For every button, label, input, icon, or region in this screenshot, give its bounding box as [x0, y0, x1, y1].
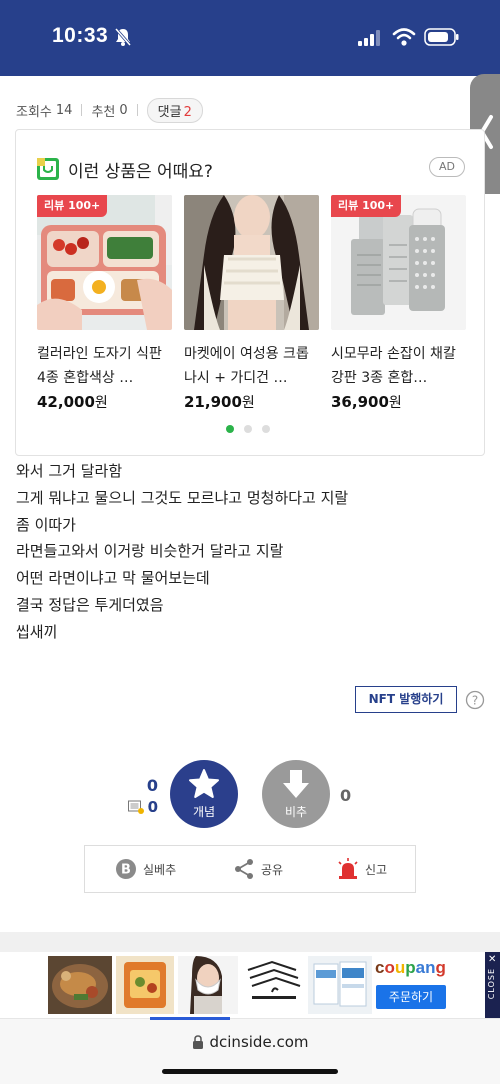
- page-load-progress: [150, 1017, 230, 1020]
- post-line: 좀 이따가: [16, 515, 76, 534]
- post-line: 씹새끼: [16, 622, 58, 641]
- fixed-user-icon: [128, 800, 144, 814]
- fashion-photo: [184, 195, 319, 330]
- ad-image-food: [48, 956, 112, 1014]
- product-card[interactable]: 리뷰 100+ 컬러라인 도자기 식판 4종 혼합색상 … 42,000원: [37, 195, 172, 412]
- browser-url-bar[interactable]: dcinside.com: [0, 1017, 500, 1084]
- b-circle-icon: B: [116, 859, 136, 879]
- nft-mint-button[interactable]: NFT 발행하기: [355, 686, 457, 713]
- signal-icon: [358, 30, 380, 46]
- product-price: 42,000원: [37, 393, 108, 411]
- post-line: 와서 그거 달라함: [16, 462, 123, 480]
- views-count: 14: [55, 102, 73, 118]
- star-icon: [189, 769, 219, 798]
- post-line: 어떤 라면이냐고 막 물어보는데: [16, 569, 210, 588]
- help-icon[interactable]: ?: [465, 690, 485, 710]
- post-line: 결국 정답은 투게더였음: [16, 595, 164, 614]
- home-indicator[interactable]: [162, 1069, 338, 1074]
- product-card[interactable]: 리뷰 100+ 시모무라 손잡이 채칼 강판 3종 혼합… 36,900원: [331, 195, 466, 412]
- review-tag: 리뷰 100+: [331, 195, 402, 217]
- post-action-bar: B 실베추 공유 신고: [84, 845, 416, 893]
- svg-text:B: B: [121, 863, 131, 878]
- battery-icon: [424, 28, 459, 46]
- post-stats: 조회수 14 추천 0 댓글 2: [16, 97, 203, 123]
- product-price: 36,900원: [331, 393, 402, 411]
- ad-title: 이런 상품은 어때요?: [68, 161, 213, 182]
- recommend-button[interactable]: 개념: [170, 760, 238, 828]
- product-name: 마켓에이 여성용 크롭 나시 + 가디건 …: [184, 346, 309, 386]
- section-divider: [0, 932, 500, 952]
- recommend-count: 0: [146, 776, 158, 795]
- divider: [136, 104, 138, 116]
- lock-icon: [192, 1035, 203, 1049]
- report-button[interactable]: 신고: [337, 846, 387, 892]
- status-time: 10:33: [52, 24, 109, 47]
- product-image: 리뷰 100+: [331, 195, 466, 330]
- comment-label: 댓글: [157, 104, 182, 120]
- shopping-bag-icon: [37, 158, 59, 180]
- ad-image-snack: [116, 956, 174, 1014]
- product-card[interactable]: 마켓에이 여성용 크롭 나시 + 가디건 … 21,900원: [184, 195, 319, 412]
- downvote-count: 0: [340, 786, 352, 805]
- product-price: 21,900원: [184, 393, 255, 411]
- product-image: 리뷰 100+: [37, 195, 172, 330]
- views-label: 조회수: [16, 104, 52, 120]
- carousel-dot[interactable]: [244, 425, 252, 433]
- product-ad-box: 이런 상품은 어때요? AD 리뷰 100+ 컬러라인 도자기 식판 4종 혼합…: [15, 129, 485, 456]
- best-recommend-button[interactable]: B 실베추: [115, 846, 176, 892]
- recommend-count: 0: [119, 102, 128, 118]
- ad-badge[interactable]: AD: [429, 157, 465, 177]
- post-line: 라면들고와서 이거랑 비슷한거 달라고 지랄: [16, 542, 284, 561]
- recommend-label: 추천: [91, 104, 116, 120]
- order-button[interactable]: 주문하기: [376, 985, 446, 1009]
- report-label: 신고: [365, 862, 388, 877]
- comment-count: 2: [183, 104, 192, 120]
- arrow-down-icon: [283, 770, 309, 798]
- wifi-icon: [392, 28, 416, 46]
- product-carousel: 리뷰 100+ 컬러라인 도자기 식판 4종 혼합색상 … 42,000원 마켓…: [37, 195, 467, 415]
- siren-icon: [338, 858, 358, 879]
- ad-image-mask: [178, 956, 238, 1014]
- product-name: 컬러라인 도자기 식판 4종 혼합색상 …: [37, 346, 162, 386]
- comment-button[interactable]: 댓글 2: [146, 97, 203, 123]
- share-label: 공유: [261, 862, 284, 877]
- post-line: 그게 뭐냐고 물으니 그것도 모르냐고 멍청하다고 지랄: [16, 488, 349, 507]
- carousel-dot[interactable]: [226, 425, 234, 433]
- downvote-label: 비추: [284, 805, 308, 819]
- fixed-recommend: 0: [128, 798, 158, 816]
- divider: [81, 104, 83, 116]
- carousel-dot[interactable]: [262, 425, 270, 433]
- recommend-label: 개념: [192, 805, 216, 819]
- url-text: dcinside.com: [209, 1033, 309, 1051]
- bottom-ad-banner[interactable]: coupang 주문하기 ✕ CLOSE: [0, 952, 500, 1018]
- product-image: [184, 195, 319, 330]
- close-icon: ✕: [488, 954, 497, 965]
- best-label: 실베추: [143, 862, 177, 877]
- svg-text:?: ?: [472, 694, 478, 708]
- downvote-button[interactable]: 비추: [262, 760, 330, 828]
- post-content: 와서 그거 달라함 그게 뭐냐고 물으니 그것도 모르냐고 멍청하다고 지랄 좀…: [16, 458, 486, 646]
- product-name: 시모무라 손잡이 채칼 강판 3종 혼합…: [331, 346, 456, 386]
- ad-image-hanger: [242, 956, 304, 1014]
- bell-muted-icon: [114, 28, 132, 46]
- status-bar: 10:33: [0, 0, 500, 76]
- ad-close-button[interactable]: ✕ CLOSE: [485, 952, 500, 1018]
- url-display[interactable]: dcinside.com: [0, 1033, 500, 1051]
- ad-image-box: [308, 956, 372, 1014]
- close-label: CLOSE: [487, 968, 496, 1000]
- share-icon: [235, 859, 253, 879]
- fixed-count: 0: [147, 798, 158, 816]
- review-tag: 리뷰 100+: [37, 195, 108, 217]
- carousel-dots: [226, 425, 280, 433]
- coupang-logo: coupang: [375, 958, 446, 977]
- share-button[interactable]: 공유: [233, 846, 283, 892]
